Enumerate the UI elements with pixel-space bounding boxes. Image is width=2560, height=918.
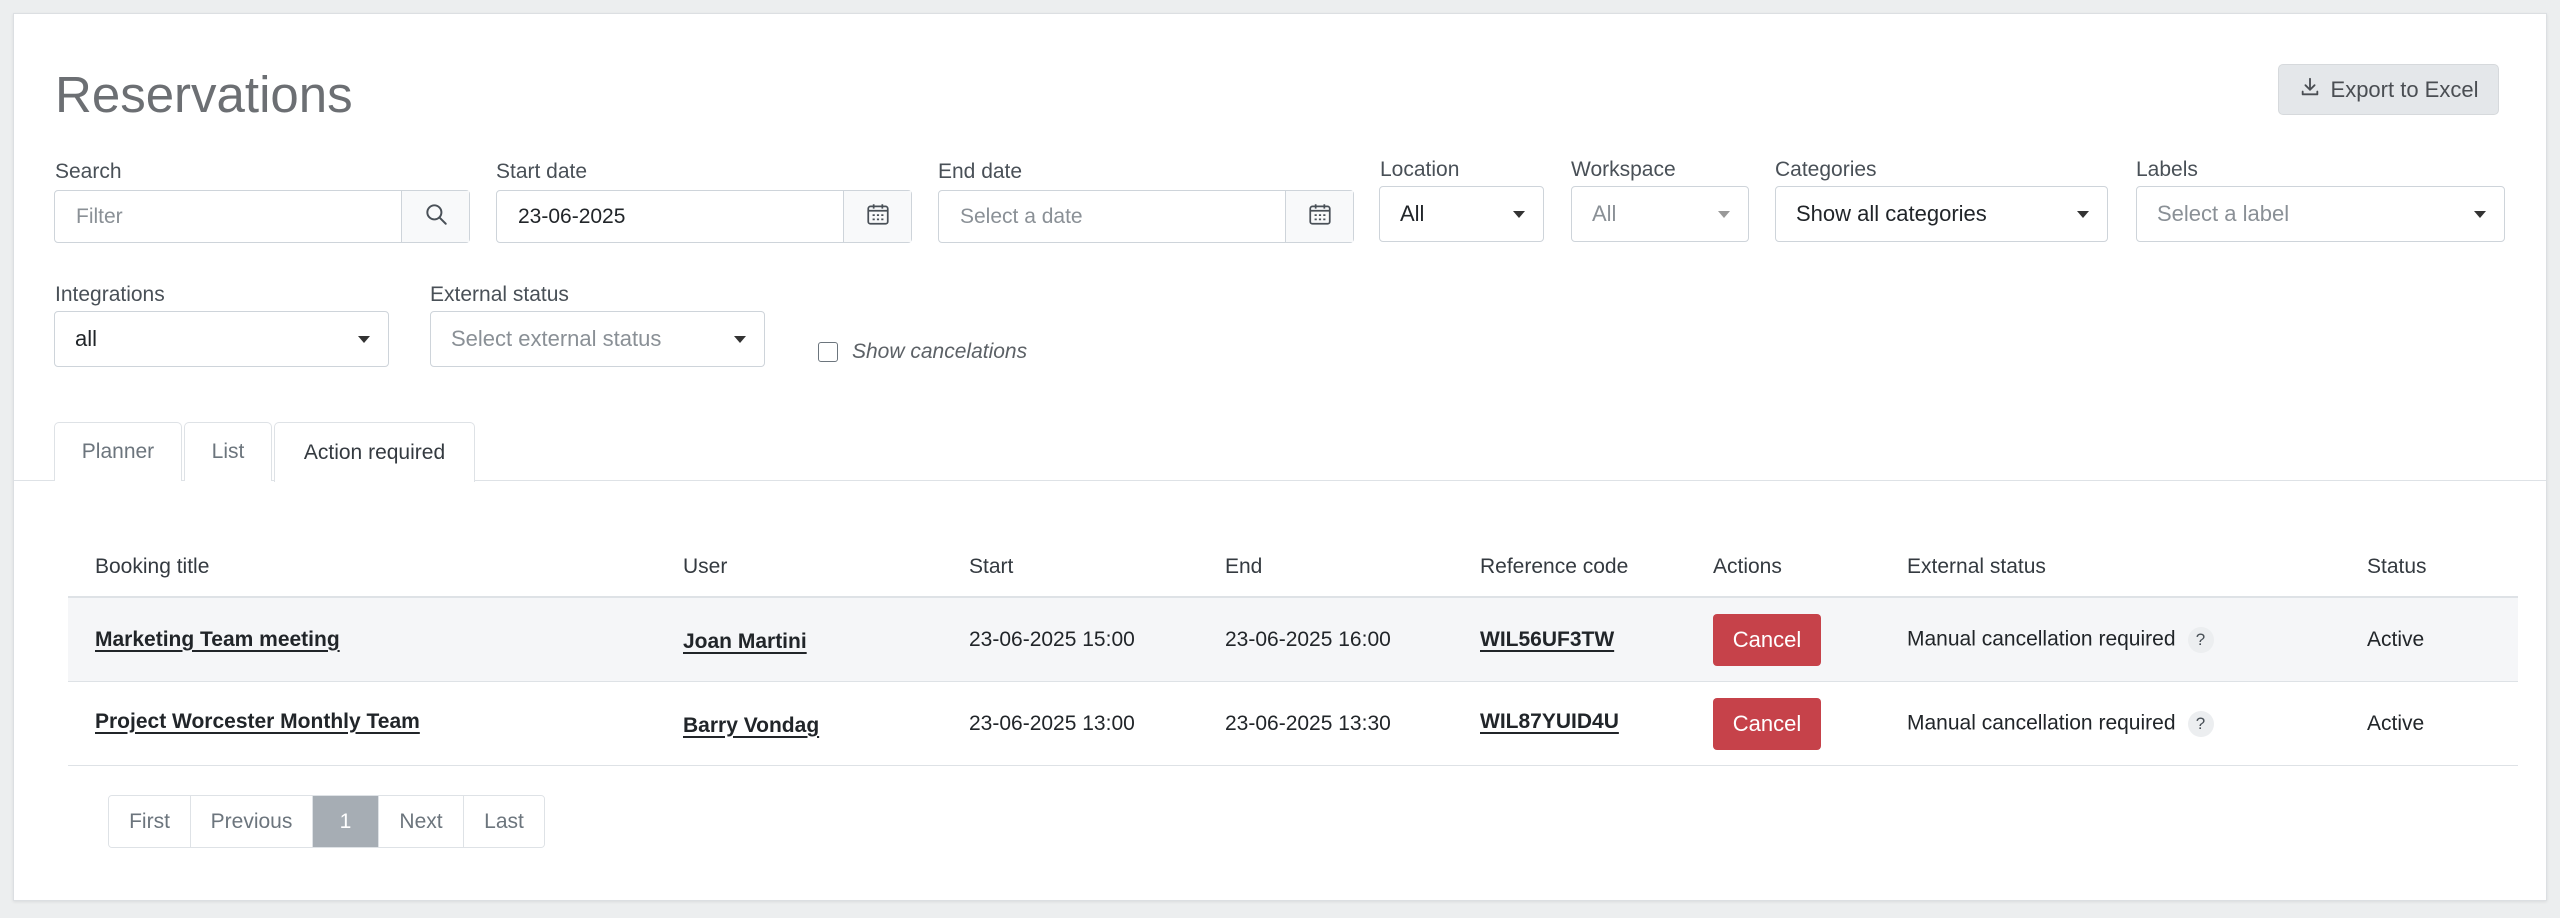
external-status-label: External status: [430, 283, 569, 306]
export-label: Export to Excel: [2330, 76, 2479, 102]
start-date-input[interactable]: 23-06-2025: [497, 191, 843, 242]
tab-planner[interactable]: Planner: [54, 422, 182, 481]
end-time: 23-06-2025 16:00: [1225, 627, 1391, 651]
pagination-previous[interactable]: Previous: [191, 796, 313, 847]
external-status-cell: Manual cancellation required?: [1907, 710, 2214, 737]
user-link[interactable]: Joan Martini: [683, 630, 807, 654]
workspace-label: Workspace: [1571, 158, 1676, 181]
workspace-value: All: [1592, 201, 1617, 226]
status-text: Active: [2367, 627, 2425, 651]
end-time: 23-06-2025 13:30: [1225, 711, 1391, 735]
search-label: Search: [55, 160, 122, 183]
integrations-select[interactable]: all: [54, 311, 389, 367]
chevron-down-icon: [2077, 211, 2089, 218]
categories-value: Show all categories: [1796, 201, 1987, 226]
column-header-booking-title: Booking title: [95, 555, 210, 578]
help-icon[interactable]: ?: [2187, 710, 2214, 737]
external-status-text: Manual cancellation required: [1907, 711, 2176, 735]
location-select[interactable]: All: [1379, 186, 1544, 242]
start-time: 23-06-2025 13:00: [969, 711, 1135, 735]
categories-label: Categories: [1775, 158, 1877, 181]
tab-list[interactable]: List: [184, 422, 272, 481]
column-header-status: Status: [2367, 555, 2427, 578]
end-date-label: End date: [938, 160, 1023, 183]
chevron-down-icon: [2474, 211, 2486, 218]
external-status-text: Manual cancellation required: [1907, 627, 2176, 651]
table-row: Project Worcester Monthly Team Barry Von…: [68, 682, 2518, 766]
column-header-user: User: [683, 555, 728, 578]
calendar-icon: [865, 201, 891, 232]
reference-code-link[interactable]: WIL87YUID4U: [1480, 710, 1619, 734]
calendar-icon: [1307, 201, 1333, 232]
integrations-value: all: [75, 326, 98, 351]
table-row: Marketing Team meeting Joan Martini 23-0…: [68, 598, 2518, 682]
end-date-field: Select a date: [938, 190, 1354, 243]
chevron-down-icon: [358, 336, 370, 343]
start-date-calendar-button[interactable]: [843, 191, 911, 242]
search-input[interactable]: Filter: [55, 191, 401, 242]
start-time: 23-06-2025 15:00: [969, 627, 1135, 651]
chevron-down-icon: [1513, 211, 1525, 218]
search-field: Filter: [54, 190, 470, 243]
user-link[interactable]: Barry Vondag: [683, 714, 819, 738]
end-date-calendar-button[interactable]: [1285, 191, 1353, 242]
pagination-page-current[interactable]: 1: [313, 796, 379, 847]
reservations-card: Reservations Export to Excel Search Filt…: [13, 13, 2547, 901]
labels-label: Labels: [2136, 158, 2198, 181]
booking-title-link[interactable]: Project Worcester Monthly Team: [95, 710, 420, 734]
end-date-input[interactable]: Select a date: [939, 191, 1285, 242]
cancel-button[interactable]: Cancel: [1713, 613, 1821, 666]
pagination-first[interactable]: First: [109, 796, 191, 847]
help-icon[interactable]: ?: [2187, 626, 2214, 653]
export-to-excel-button[interactable]: Export to Excel: [2278, 64, 2499, 115]
column-header-start: Start: [969, 555, 1014, 578]
cancel-button[interactable]: Cancel: [1713, 697, 1821, 750]
tab-action-required[interactable]: Action required: [274, 422, 475, 482]
start-date-label: Start date: [496, 160, 588, 183]
pagination-last[interactable]: Last: [464, 796, 544, 847]
column-header-external-status: External status: [1907, 555, 2046, 578]
show-cancelations-toggle[interactable]: Show cancelations: [818, 340, 1027, 364]
status-text: Active: [2367, 711, 2425, 735]
external-status-placeholder: Select external status: [451, 326, 662, 351]
download-icon: [2299, 76, 2321, 104]
reference-code-link[interactable]: WIL56UF3TW: [1480, 628, 1614, 652]
chevron-down-icon: [734, 336, 746, 343]
pagination: First Previous 1 Next Last: [108, 795, 545, 848]
location-value: All: [1400, 201, 1425, 226]
show-cancelations-checkbox[interactable]: [818, 342, 838, 362]
pagination-next[interactable]: Next: [379, 796, 464, 847]
labels-select[interactable]: Select a label: [2136, 186, 2505, 242]
column-header-reference-code: Reference code: [1480, 555, 1629, 578]
labels-placeholder: Select a label: [2157, 201, 2290, 226]
show-cancelations-label: Show cancelations: [852, 340, 1028, 363]
workspace-select[interactable]: All: [1571, 186, 1749, 242]
integrations-label: Integrations: [55, 283, 165, 306]
search-button[interactable]: [401, 191, 469, 242]
external-status-select[interactable]: Select external status: [430, 311, 765, 367]
column-header-end: End: [1225, 555, 1263, 578]
categories-select[interactable]: Show all categories: [1775, 186, 2108, 242]
chevron-down-icon: [1718, 211, 1730, 218]
external-status-cell: Manual cancellation required?: [1907, 626, 2214, 653]
location-label: Location: [1380, 158, 1460, 181]
booking-title-link[interactable]: Marketing Team meeting: [95, 628, 340, 652]
start-date-field: 23-06-2025: [496, 190, 912, 243]
column-header-actions: Actions: [1713, 555, 1782, 578]
page-title: Reservations: [55, 66, 353, 123]
search-icon: [423, 201, 449, 232]
